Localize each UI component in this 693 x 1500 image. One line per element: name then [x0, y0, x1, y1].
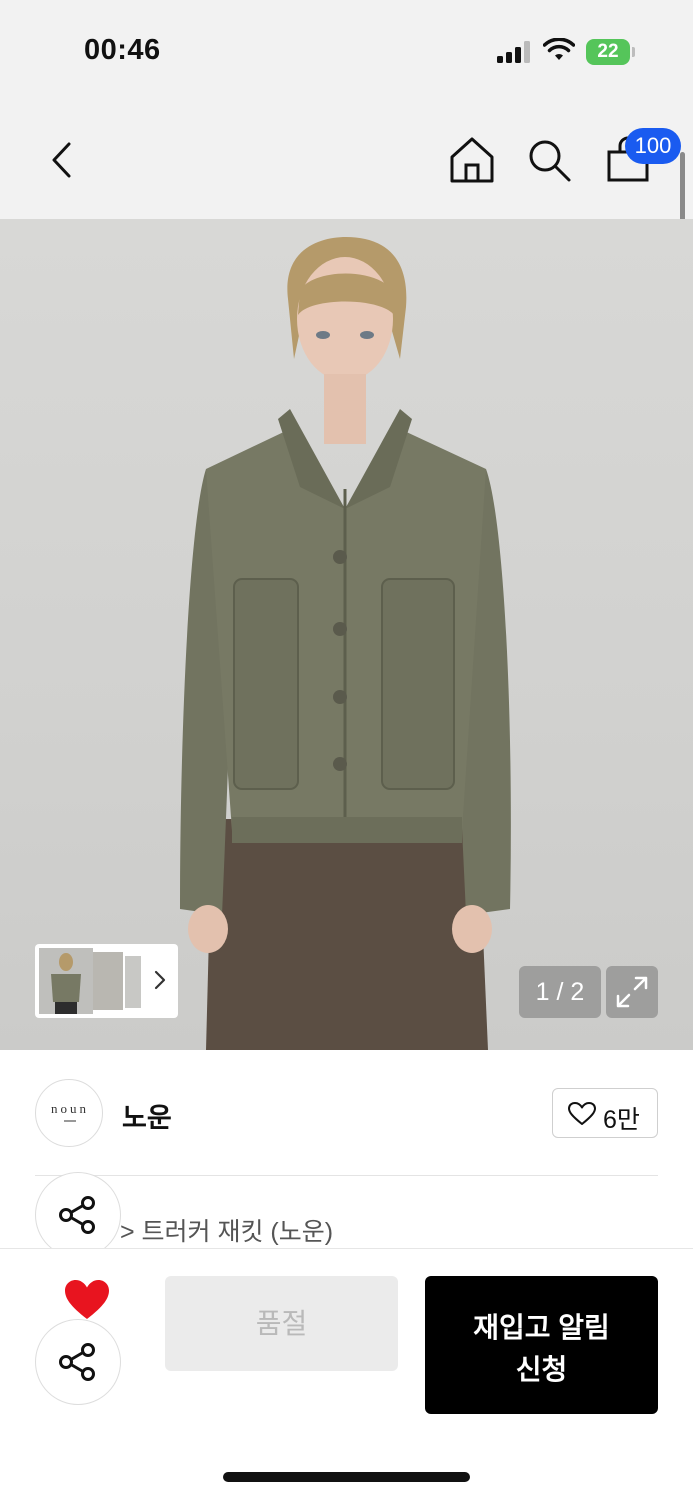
brand-logo[interactable]: noun	[35, 1079, 103, 1147]
thumbnail-front-image	[51, 953, 81, 1014]
expand-icon	[616, 976, 648, 1008]
wifi-icon	[543, 38, 575, 60]
heart-outline-icon	[568, 1102, 596, 1125]
divider	[35, 1175, 658, 1176]
thumbnail-front[interactable]	[39, 948, 93, 1014]
cart-count-badge: 100	[625, 128, 681, 164]
restock-alert-button[interactable]: 재입고 알림 신청	[425, 1276, 658, 1414]
battery-level: 22	[597, 41, 619, 62]
product-breadcrumb[interactable]: > 트러커 재킷 (노운)	[120, 1212, 333, 1248]
thumbnail-detail[interactable]	[93, 952, 123, 1010]
model-photo	[180, 237, 511, 1050]
share-button[interactable]	[35, 1319, 121, 1405]
share-icon	[59, 1343, 95, 1381]
brand-logo-text: noun	[51, 1101, 89, 1116]
navigation-bar	[0, 100, 693, 219]
search-icon[interactable]	[525, 136, 573, 184]
brand-logo-mark	[64, 1120, 76, 1122]
restock-alert-label-line2: 신청	[515, 1354, 568, 1385]
product-image[interactable]: 1 / 2	[0, 219, 693, 1050]
status-bar: 00:46 22	[0, 0, 693, 100]
thumbnail-strip[interactable]	[35, 944, 178, 1018]
restock-alert-label-line1: 재입고 알림	[473, 1312, 610, 1343]
wishlist-heart-icon[interactable]	[64, 1279, 110, 1321]
home-icon[interactable]	[448, 135, 496, 185]
battery-cap	[632, 47, 635, 57]
home-indicator[interactable]	[223, 1472, 470, 1482]
soldout-button: 품절	[165, 1276, 398, 1371]
expand-image-button[interactable]	[606, 966, 658, 1018]
floating-share-button[interactable]	[35, 1172, 121, 1258]
image-page-indicator: 1 / 2	[519, 966, 601, 1018]
status-time: 00:46	[84, 34, 161, 66]
brand-name[interactable]: 노운	[122, 1096, 172, 1135]
chevron-right-icon[interactable]	[153, 969, 167, 991]
share-icon	[59, 1196, 95, 1234]
like-count: 6만	[603, 1106, 640, 1134]
thumbnail-side[interactable]	[125, 956, 141, 1008]
battery-icon: 22	[586, 39, 636, 65]
brand-like-button[interactable]: 6만	[552, 1088, 658, 1138]
cellular-signal-icon	[497, 41, 530, 63]
back-button[interactable]	[42, 138, 82, 182]
